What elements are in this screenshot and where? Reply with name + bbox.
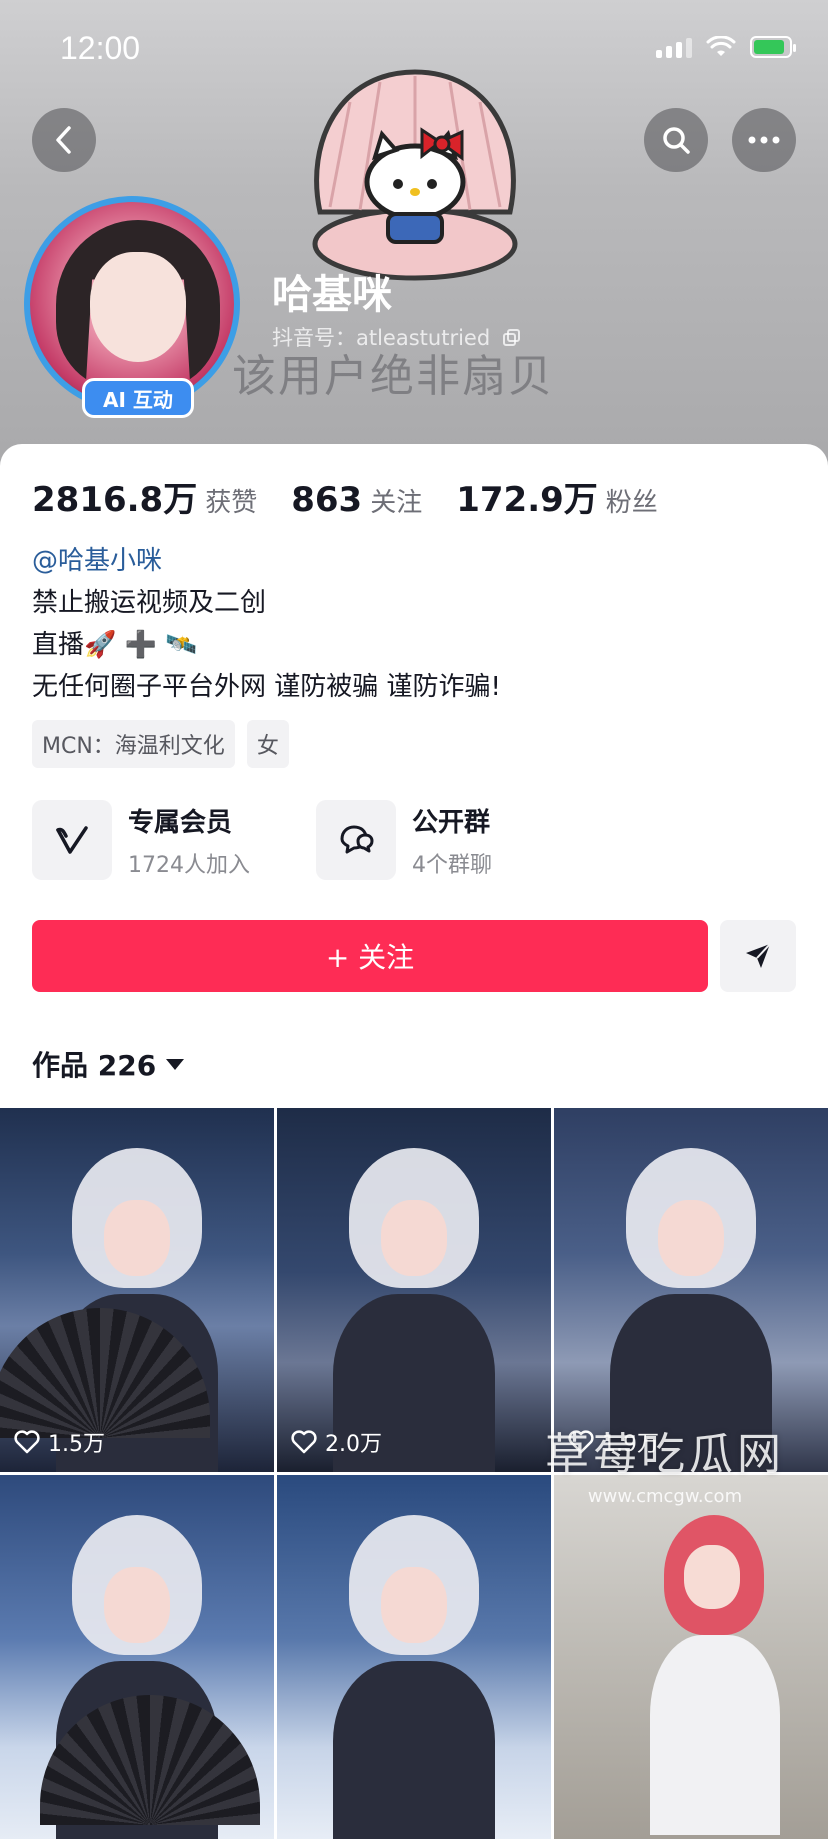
heart-icon [291,1430,317,1454]
profile-bio: @哈基小咪 禁止搬运视频及二创 直播🚀 ➕ 🛰️ 无任何圈子平台外网 谨防被骗 … [32,540,792,708]
site-watermark-title: 草莓吃瓜网 [545,1429,785,1480]
wifi-icon [706,36,736,56]
profile-tags: MCN：海温利文化 女 [32,720,289,768]
stat-followers[interactable]: 172.9万 粉丝 [456,472,658,521]
stat-value: 863 [291,480,363,520]
battery-icon [750,36,796,58]
signal-icon [656,36,692,58]
v-icon [56,826,88,854]
more-dots-icon [748,136,780,144]
membership-icon-box [32,800,112,880]
feature-title: 专属会员 [128,807,233,838]
exclusive-membership-entry[interactable]: 专属会员 1724人加入 [32,800,250,880]
feature-subtitle: 1724人加入 [128,852,250,878]
stat-label: 粉丝 [605,488,658,518]
chat-icon [340,825,374,854]
caret-down-icon [166,1058,185,1070]
bio-line: 禁止搬运视频及二创 [32,588,267,618]
stat-following[interactable]: 863 关注 [291,480,422,520]
site-watermark: 草莓吃瓜网 www.cmcgw.com [530,1418,800,1507]
video-likes: 2.0万 [291,1426,382,1458]
status-icons [656,36,796,58]
chevron-left-icon [56,126,71,154]
bio-mention-link[interactable]: @哈基小咪 [32,540,792,582]
bio-line: 直播🚀 ➕ 🛰️ [32,630,198,660]
video-likes-count: 2.0万 [325,1432,382,1457]
more-button[interactable] [732,108,796,172]
status-time: 12:00 [60,30,141,66]
follow-button[interactable]: + 关注 [32,920,708,992]
profile-stats: 2816.8万 获赞 863 关注 172.9万 粉丝 [32,472,692,521]
video-tile[interactable] [277,1475,551,1839]
feature-title: 公开群 [412,807,491,838]
video-tile[interactable]: 2.0万 [277,1108,551,1472]
stat-label: 获赞 [205,488,258,518]
search-icon [663,127,690,154]
video-likes: 1.5万 [14,1426,105,1458]
shell-kitty-illustration [312,69,518,281]
gender-tag: 女 [246,720,289,768]
bio-line: 无任何圈子平台外网 谨防被骗 谨防诈骗! [32,672,501,702]
video-likes-count: 1.5万 [48,1432,105,1457]
video-tile[interactable]: 1.5万 [0,1108,274,1472]
back-button[interactable] [32,108,96,172]
site-watermark-url: www.cmcgw.com [587,1486,743,1507]
video-tile[interactable] [554,1475,828,1839]
mcn-tag[interactable]: MCN：海温利文化 [32,720,235,768]
stat-label: 关注 [370,488,423,518]
overlay-watermark-text: 该用户绝非扇贝 [232,351,554,402]
stat-value: 172.9万 [456,480,598,520]
public-group-entry[interactable]: 公开群 4个群聊 [316,800,492,880]
feature-subtitle: 4个群聊 [412,852,492,878]
profile-nickname: 哈基咪 [272,272,392,318]
heart-icon [14,1430,40,1454]
send-arrow-icon [746,943,771,968]
ai-interact-badge[interactable]: AI 互动 [82,378,194,418]
stat-value: 2816.8万 [32,480,198,520]
search-button[interactable] [644,108,708,172]
works-tab[interactable]: 作品 226 [32,1044,185,1084]
share-profile-button[interactable] [720,920,796,992]
stat-likes[interactable]: 2816.8万 获赞 [32,472,257,521]
avatar[interactable]: AI 互动 [24,196,248,420]
works-tab-label: 作品 226 [32,1049,157,1082]
group-icon-box [316,800,396,880]
profile-card: 2816.8万 获赞 863 关注 172.9万 粉丝 @哈基小咪 禁止搬运视频… [0,444,828,1839]
video-tile[interactable] [0,1475,274,1839]
